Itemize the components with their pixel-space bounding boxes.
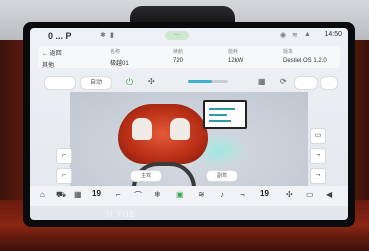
right-screen-button[interactable]: ▭ xyxy=(310,128,326,144)
vehicle-info-row: ← 返回 其他 名称 极越01 续航 720 能耗 12kW 版本 Destie… xyxy=(38,46,340,69)
home-icon[interactable]: ⌂ xyxy=(40,190,45,199)
preview-bar xyxy=(209,108,235,110)
driver-seat[interactable] xyxy=(132,118,152,140)
status-bar: 0 ... P ✱ ▮ ··· ◉ ≋ ▲ 14:50 xyxy=(30,28,348,42)
screen-icon: ▭ xyxy=(314,132,322,139)
seat-icon: ⌐ xyxy=(61,152,67,159)
car-icon[interactable]: ⛟ xyxy=(56,190,66,200)
preview-bar xyxy=(209,114,227,116)
wiper-icon[interactable]: ⌒ xyxy=(134,190,142,201)
car-interior xyxy=(118,104,208,164)
clock: 14:50 xyxy=(324,31,342,38)
seat-icon: ¬ xyxy=(315,172,321,179)
apps-icon[interactable]: ▦ xyxy=(74,190,82,199)
wifi-icon: ≋ xyxy=(292,32,298,39)
info-cell-label: 版本 xyxy=(283,49,294,55)
seat-icon: ⌐ xyxy=(61,172,67,179)
music-icon[interactable]: ♪ xyxy=(220,190,224,199)
cellular-icon: ▲ xyxy=(304,31,311,38)
seat-icon[interactable]: ⌐ xyxy=(116,190,121,199)
info-cell-label: 名称 xyxy=(110,49,121,55)
center-display-preview xyxy=(203,100,247,129)
fan-slider-fill xyxy=(188,80,212,83)
info-cell: 名称 极越01 xyxy=(110,48,129,67)
control-button[interactable] xyxy=(294,76,318,90)
gear-indicator: 0 ... P xyxy=(48,31,72,41)
back-icon: ← xyxy=(42,51,48,57)
info-cell-value: 极越01 xyxy=(110,61,129,67)
grid-icon[interactable]: ▦ xyxy=(258,77,266,86)
screen-icon[interactable]: ▭ xyxy=(306,190,314,199)
back-button[interactable]: ← 返回 其他 xyxy=(42,48,62,69)
control-row: 自动 ⏻ ✣ ▦ ⟳ xyxy=(38,74,340,90)
fan-slider[interactable] xyxy=(188,80,228,83)
preview-bar xyxy=(209,120,231,122)
info-cell-value: Destiel OS 1.2.0 xyxy=(283,58,327,64)
camera-icon: ◉ xyxy=(280,32,287,39)
passenger-temp[interactable]: 19 xyxy=(260,189,269,198)
infotainment-screen: 0 ... P ✱ ▮ ··· ◉ ≋ ▲ 14:50 ← 返回 其他 名称 极… xyxy=(30,28,348,220)
info-cell-label: 能耗 xyxy=(228,49,239,55)
car-visualization xyxy=(70,92,308,192)
signal-icon: ▮ xyxy=(110,32,114,39)
fan-icon[interactable]: ✣ xyxy=(148,77,155,86)
info-cell-value: 12kW xyxy=(228,58,244,64)
ac-icon[interactable]: ❄ xyxy=(154,190,161,199)
status-center-pill[interactable]: ··· xyxy=(165,31,189,40)
info-cell-label: 续航 xyxy=(173,49,184,55)
control-button[interactable] xyxy=(44,76,76,90)
fan-icon[interactable]: ✣ xyxy=(286,190,293,199)
seat-icon[interactable]: ¬ xyxy=(240,190,245,199)
driver-temp[interactable]: 19 xyxy=(92,189,101,198)
info-cell: 能耗 12kW xyxy=(228,48,243,64)
power-icon[interactable]: ⏻ xyxy=(126,77,133,88)
info-cell-value: 720 xyxy=(173,58,184,64)
bottom-dock: ⌂ ⛟ ▦ 19 ⌐ ⌒ ❄ ▣ ≋ ♪ ¬ 19 ✣ ▭ ◀ xyxy=(30,186,348,206)
driver-zone-pill[interactable]: 主驾 xyxy=(130,170,162,182)
seat-icon: ¬ xyxy=(315,152,321,159)
back-label: 返回 xyxy=(49,51,62,57)
info-cell: 续航 720 xyxy=(173,48,183,64)
info-cell: 版本 Destiel OS 1.2.0 xyxy=(283,48,327,64)
left-seat-heat-button[interactable]: ⌐ xyxy=(56,148,72,164)
sub-label: 其他 xyxy=(42,63,55,69)
passenger-zone-pill[interactable]: 副驾 xyxy=(206,170,238,182)
bluetooth-icon: ✱ xyxy=(100,32,106,39)
climate-icon[interactable]: ▣ xyxy=(176,190,184,199)
auto-button[interactable]: 自动 xyxy=(80,76,112,90)
left-seat-vent-button[interactable]: ⌐ xyxy=(56,168,72,184)
right-seat-vent-button[interactable]: ¬ xyxy=(310,168,326,184)
passenger-seat[interactable] xyxy=(170,118,190,140)
control-button[interactable] xyxy=(320,76,338,90)
recirculate-icon[interactable]: ⟳ xyxy=(280,77,287,86)
defrost-icon[interactable]: ≋ xyxy=(198,190,205,199)
right-seat-heat-button[interactable]: ¬ xyxy=(310,148,326,164)
volume-icon[interactable]: ◀ xyxy=(326,190,332,199)
watermark: JI YUE xyxy=(105,210,136,219)
